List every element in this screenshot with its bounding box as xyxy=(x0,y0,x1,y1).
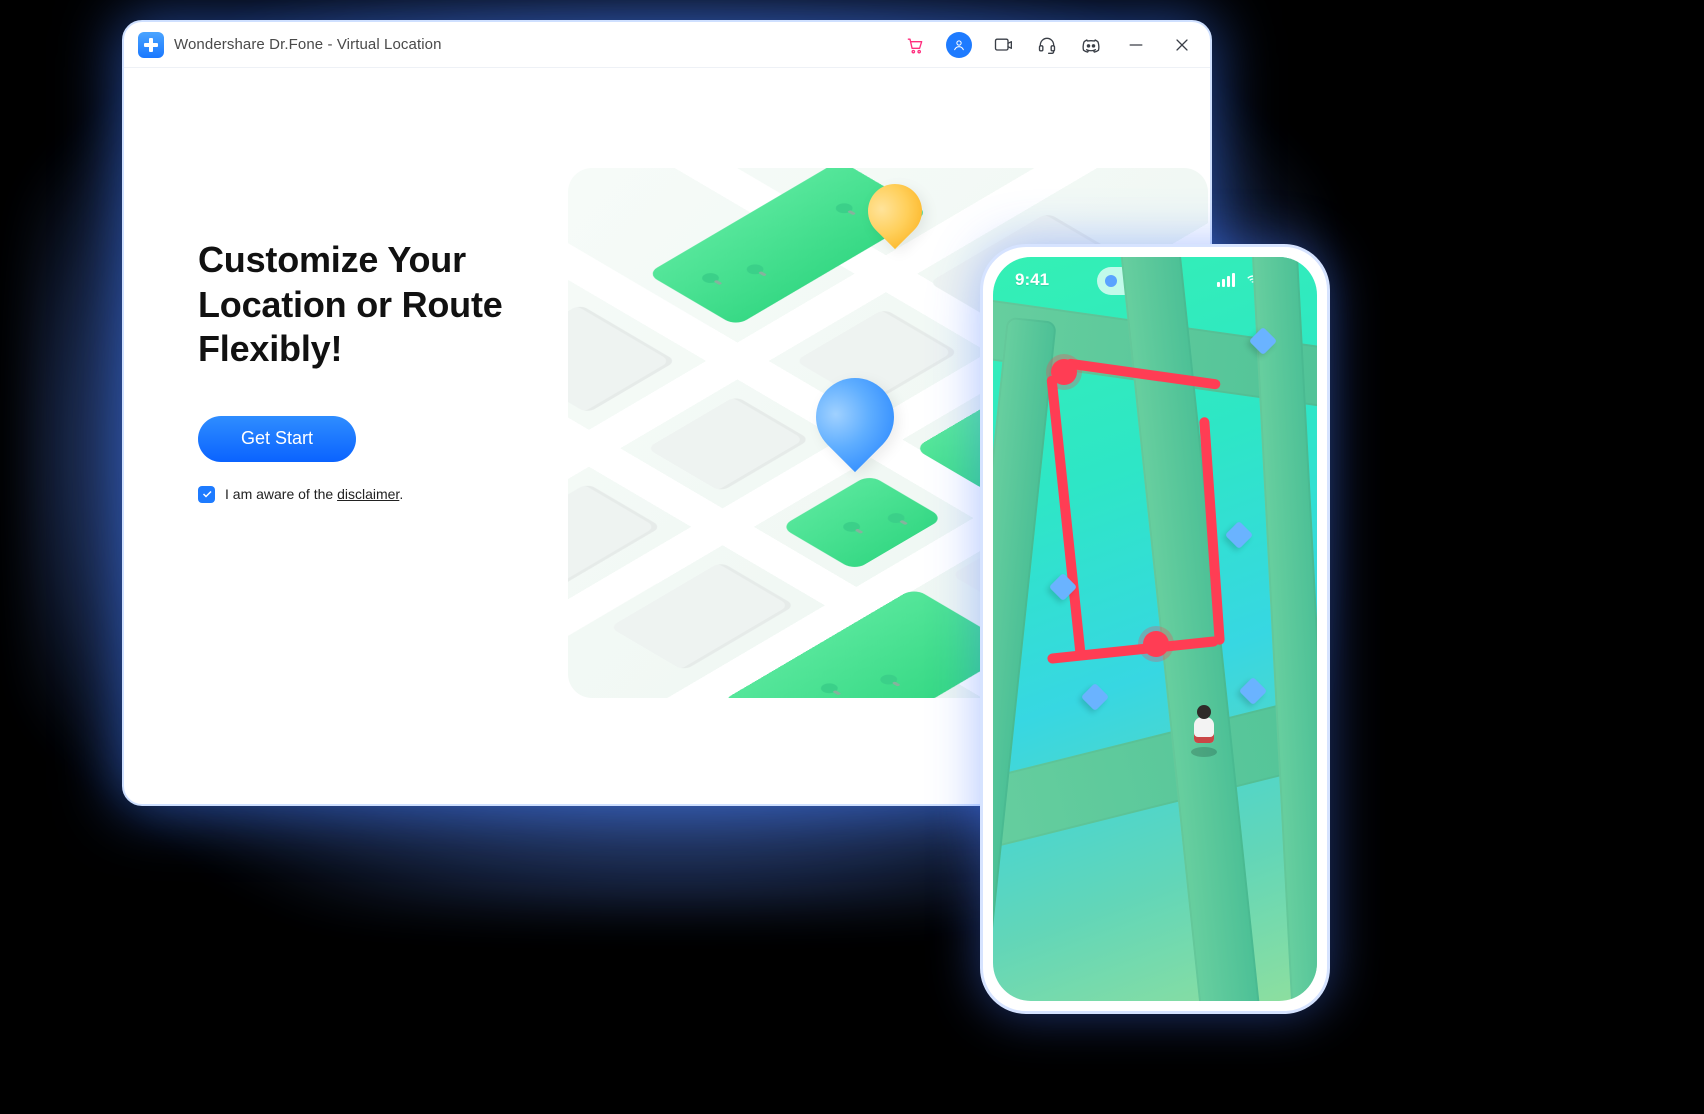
minimize-button[interactable] xyxy=(1122,32,1150,58)
support-button[interactable] xyxy=(1034,32,1060,58)
route-end-icon xyxy=(1143,631,1169,657)
disclaimer-text: I am aware of the disclaimer. xyxy=(225,486,403,502)
titlebar: Wondershare Dr.Fone - Virtual Location xyxy=(124,22,1210,68)
discord-button[interactable] xyxy=(1078,32,1104,58)
titlebar-actions xyxy=(902,32,1196,58)
close-button[interactable] xyxy=(1168,32,1196,58)
app-logo-icon xyxy=(138,32,164,58)
headset-icon xyxy=(1037,35,1057,55)
disclaimer-suffix: . xyxy=(399,486,403,502)
screen-record-button[interactable] xyxy=(990,32,1016,58)
discord-icon xyxy=(1081,35,1101,55)
player-avatar-icon xyxy=(1189,705,1219,751)
minimize-icon xyxy=(1126,35,1146,55)
screen-record-icon xyxy=(993,35,1013,55)
location-dot-icon xyxy=(1105,275,1117,287)
phone-time: 9:41 xyxy=(1015,270,1049,290)
close-icon xyxy=(1172,35,1192,55)
route-start-icon xyxy=(1051,359,1077,385)
window-title: Wondershare Dr.Fone - Virtual Location xyxy=(174,36,892,53)
phone-mockup: 9:41 xyxy=(980,244,1330,1014)
headline: Customize Your Location or Route Flexibl… xyxy=(198,238,538,372)
cart-button[interactable] xyxy=(902,32,928,58)
poke-cube-icon xyxy=(1239,677,1267,705)
disclaimer-checkbox[interactable] xyxy=(198,486,215,503)
disclaimer-link[interactable]: disclaimer xyxy=(337,486,399,502)
left-pane: Customize Your Location or Route Flexibl… xyxy=(198,168,538,804)
user-icon xyxy=(951,37,967,53)
user-button[interactable] xyxy=(946,32,972,58)
get-start-button[interactable]: Get Start xyxy=(198,416,356,462)
signal-icon xyxy=(1217,273,1237,287)
cart-icon xyxy=(905,35,925,55)
phone-screen: 9:41 xyxy=(993,257,1317,1001)
disclaimer-prefix: I am aware of the xyxy=(225,486,337,502)
check-icon xyxy=(201,488,213,500)
poke-cube-icon xyxy=(1081,683,1109,711)
poke-cube-icon xyxy=(1225,521,1253,549)
disclaimer-row: I am aware of the disclaimer. xyxy=(198,486,538,503)
